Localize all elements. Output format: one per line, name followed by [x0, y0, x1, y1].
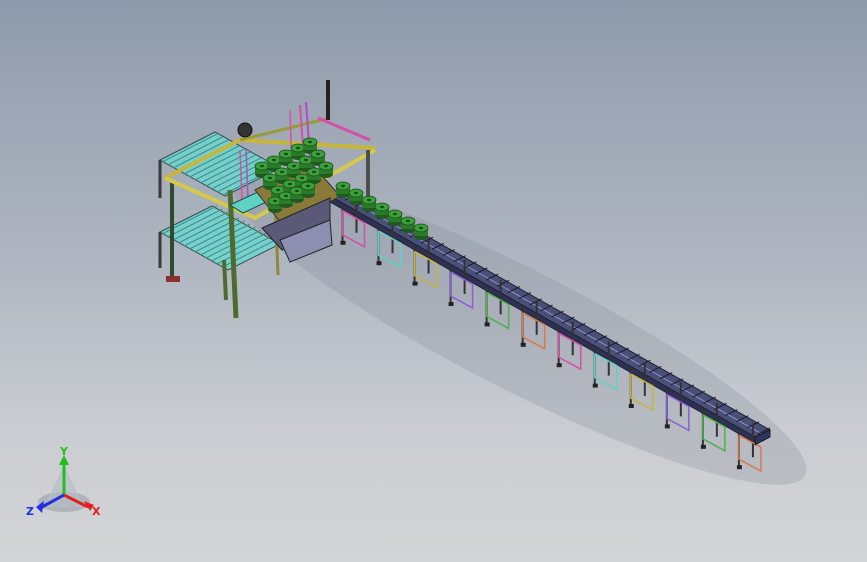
z-axis-label: Z	[26, 505, 34, 518]
cad-assembly-model[interactable]	[0, 0, 867, 562]
y-axis-label: Y	[59, 445, 69, 458]
graphics-viewport[interactable]: Y X Z	[0, 0, 867, 562]
x-axis-label: X	[92, 505, 101, 518]
view-orientation-triad[interactable]: Y X Z	[20, 445, 110, 525]
